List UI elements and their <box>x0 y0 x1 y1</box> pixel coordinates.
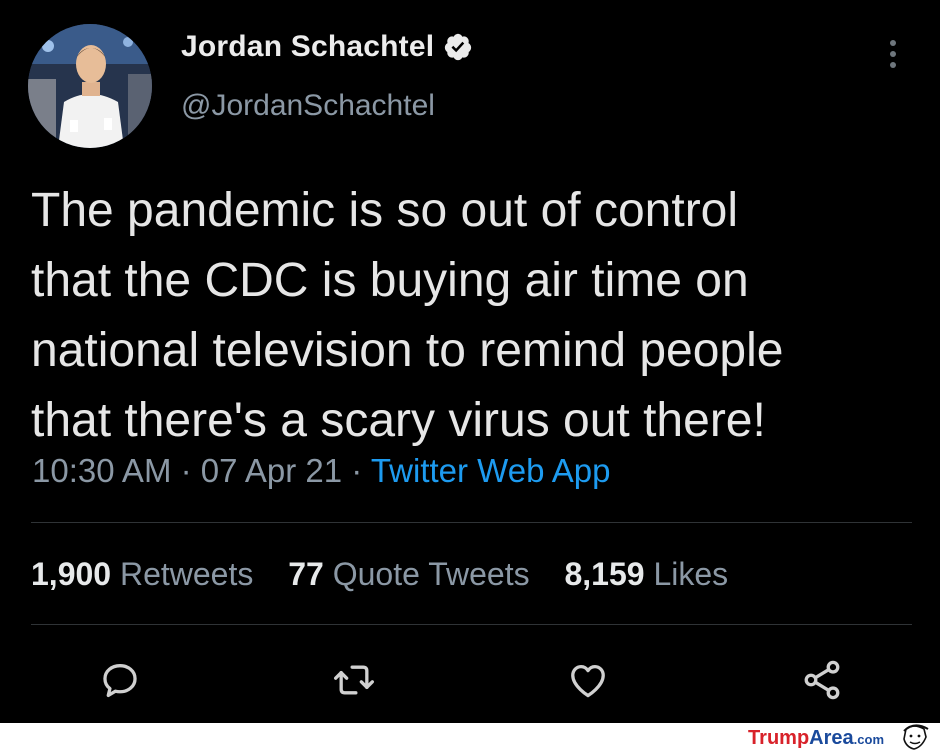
avatar[interactable] <box>28 24 152 148</box>
retweets-count: 1,900 <box>31 556 112 592</box>
author-handle[interactable]: @JordanSchachtel <box>181 89 435 123</box>
tweet-text: The pandemic is so out of control that t… <box>31 176 911 456</box>
likes-count: 8,159 <box>564 556 645 592</box>
likes-label: Likes <box>653 556 729 592</box>
likes-stat[interactable]: 8,159 Likes <box>564 556 728 592</box>
tweet-source-link[interactable]: Twitter Web App <box>371 452 611 489</box>
logo-part-1: Trump <box>748 727 810 749</box>
tweet-line: The pandemic is so out of control <box>31 184 739 237</box>
divider <box>31 522 912 523</box>
mascot-logo-icon <box>903 724 929 750</box>
tweet-line: that the CDC is buying air time on <box>31 254 749 307</box>
retweet-icon[interactable] <box>332 658 376 702</box>
tweet-time[interactable]: 10:30 AM <box>32 452 171 489</box>
quote-tweets-count: 77 <box>288 556 324 592</box>
tweet-line: national television to remind people <box>31 324 784 377</box>
quote-tweets-stat[interactable]: 77 Quote Tweets <box>288 556 529 592</box>
author-name-row: Jordan Schachtel <box>181 30 473 64</box>
retweets-stat[interactable]: 1,900 Retweets <box>31 556 253 592</box>
meta-separator: · <box>351 452 363 489</box>
tweet-stats: 1,900 Retweets 77 Quote Tweets 8,159 Lik… <box>31 556 754 593</box>
like-icon[interactable] <box>566 658 610 702</box>
tweet-meta: 10:30 AM · 07 Apr 21 · Twitter Web App <box>32 452 610 490</box>
retweets-label: Retweets <box>119 556 254 592</box>
author-name[interactable]: Jordan Schachtel <box>181 30 434 64</box>
quote-tweets-label: Quote Tweets <box>332 556 530 592</box>
meta-separator: · <box>180 452 192 489</box>
site-logo: TrumpArea.com <box>748 727 884 750</box>
tweet-line: that there's a scary virus out there! <box>31 394 766 447</box>
more-options-icon[interactable] <box>878 38 908 70</box>
logo-part-3: .com <box>853 732 884 747</box>
reply-icon[interactable] <box>98 658 142 702</box>
divider <box>31 624 912 625</box>
tweet-date[interactable]: 07 Apr 21 <box>201 452 342 489</box>
watermark-bar: TrumpArea.com <box>0 723 940 753</box>
share-icon[interactable] <box>800 658 844 702</box>
verified-badge-icon <box>445 33 472 61</box>
logo-part-2: Area <box>809 727 854 749</box>
avatar-photo <box>28 24 152 148</box>
